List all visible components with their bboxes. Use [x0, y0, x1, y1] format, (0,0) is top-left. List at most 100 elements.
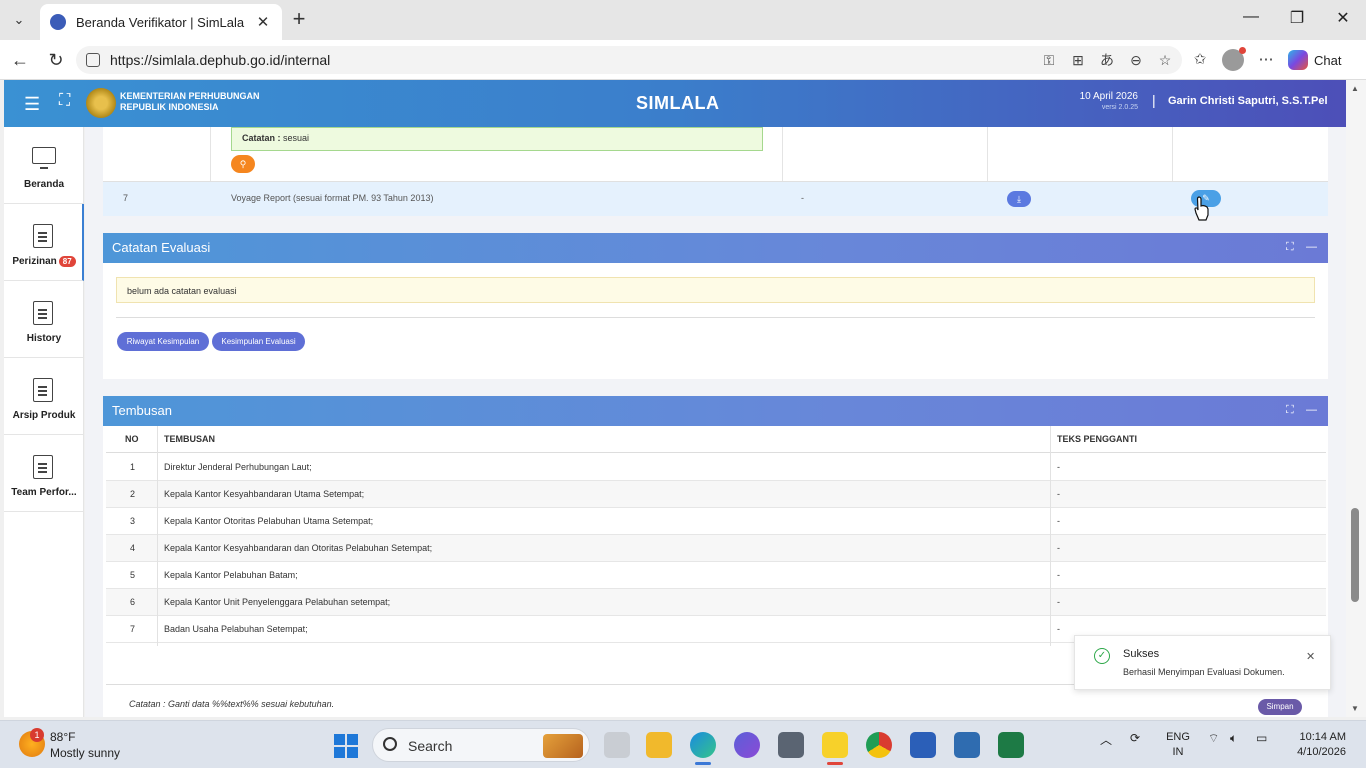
- sidebar-item-arsip-produk[interactable]: Arsip Produk: [4, 358, 84, 435]
- new-tab-plus-icon[interactable]: +: [288, 8, 310, 31]
- camera-icon[interactable]: [778, 732, 804, 758]
- page-scrollbar[interactable]: ▲ ▼: [1346, 80, 1366, 717]
- copilot-icon: [1288, 50, 1308, 70]
- sync-icon[interactable]: ⟳: [1130, 731, 1140, 745]
- weather-description[interactable]: Mostly sunny: [50, 746, 120, 760]
- user-name[interactable]: Garin Christi Saputri, S.S.T.Pel: [1168, 95, 1328, 107]
- language-line1: ENG: [1166, 731, 1190, 743]
- clock[interactable]: 10:14 AM 4/10/2026: [1294, 730, 1346, 760]
- zoom-icon[interactable]: ⊖: [1127, 51, 1145, 69]
- row-name: Kepala Kantor Kesyahbandaran Utama Setem…: [164, 489, 365, 499]
- column-header-no: NO: [125, 434, 139, 444]
- translate-icon[interactable]: あ: [1098, 51, 1116, 69]
- table-row: 6 Kepala Kantor Unit Penyelenggara Pelab…: [106, 589, 1326, 616]
- collapse-minus-icon[interactable]: —: [1306, 241, 1317, 253]
- task-view-icon[interactable]: [604, 732, 630, 758]
- apps-icon[interactable]: ⊞: [1069, 51, 1087, 69]
- language-indicator[interactable]: ENG IN: [1165, 730, 1191, 760]
- scroll-up-arrow-icon[interactable]: ▲: [1351, 84, 1359, 93]
- url-text[interactable]: https://simlala.dephub.go.id/internal: [110, 52, 1040, 68]
- wifi-icon[interactable]: ⌔: [1208, 731, 1219, 746]
- save-button[interactable]: Simpan: [1258, 699, 1302, 715]
- sticky-notes-icon[interactable]: [822, 732, 848, 758]
- sidebar-item-label-wrap: Perizinan 87: [4, 256, 84, 267]
- sidebar-item-team-performance[interactable]: Team Perfor...: [4, 435, 84, 512]
- fullscreen-icon[interactable]: ⛶: [59, 92, 70, 110]
- panel-header: Catatan Evaluasi ⛶ —: [103, 233, 1328, 263]
- note-value: sesuai: [283, 133, 310, 143]
- kesimpulan-evaluasi-button[interactable]: Kesimpulan Evaluasi: [212, 332, 305, 351]
- file-explorer-icon[interactable]: [646, 732, 672, 758]
- edge-browser-icon[interactable]: [690, 732, 716, 758]
- key-icon[interactable]: ⚿: [1040, 51, 1058, 69]
- minimize-icon[interactable]: —: [1236, 8, 1266, 26]
- back-arrow-icon[interactable]: ←: [8, 49, 32, 71]
- row-no: 5: [130, 570, 136, 580]
- chrome-icon[interactable]: [866, 732, 892, 758]
- hand-cursor-icon: [1194, 196, 1209, 221]
- scroll-down-arrow-icon[interactable]: ▼: [1351, 704, 1359, 713]
- favorite-star-icon[interactable]: ☆: [1156, 51, 1174, 69]
- riwayat-kesimpulan-button[interactable]: Riwayat Kesimpulan: [117, 332, 209, 351]
- site-info-icon[interactable]: [86, 53, 100, 67]
- word-icon[interactable]: [910, 732, 936, 758]
- ministry-line2: REPUBLIK INDONESIA: [120, 102, 219, 112]
- column-divider: [782, 127, 783, 181]
- close-window-icon[interactable]: ✕: [1328, 8, 1358, 28]
- search-highlight-image: [543, 734, 583, 758]
- browser-right-icons: ✩ ⋯ Chat: [1188, 47, 1341, 71]
- app-icon[interactable]: [734, 732, 760, 758]
- row-no: 1: [130, 462, 136, 472]
- table-row: 1 Direktur Jenderal Perhubungan Laut; -: [106, 454, 1326, 481]
- battery-icon[interactable]: ▭: [1256, 731, 1267, 745]
- sidebar-item-history[interactable]: History: [4, 281, 84, 358]
- taskbar-search[interactable]: Search: [372, 728, 590, 762]
- panel-title: Catatan Evaluasi: [112, 240, 211, 255]
- profile-avatar[interactable]: [1222, 47, 1246, 71]
- row-number: 7: [123, 193, 129, 203]
- header-date: 10 April 2026: [1079, 91, 1138, 102]
- download-icon[interactable]: ⤓: [1007, 191, 1031, 207]
- restore-icon[interactable]: ❐: [1282, 8, 1312, 28]
- tray-chevron-up-icon[interactable]: ︿: [1100, 731, 1112, 748]
- excel-icon[interactable]: [998, 732, 1024, 758]
- more-menu-icon[interactable]: ⋯: [1254, 49, 1278, 71]
- expand-icon[interactable]: ⛶: [1286, 404, 1294, 417]
- calculator-icon[interactable]: [954, 732, 980, 758]
- tab-actions-chevron-icon[interactable]: ⌄: [6, 8, 32, 32]
- row-teks: -: [1057, 462, 1060, 472]
- refresh-icon[interactable]: ↻: [44, 49, 68, 71]
- weather-temperature[interactable]: 88°F: [50, 730, 75, 744]
- column-divider: [1050, 426, 1051, 646]
- tab-close-icon[interactable]: ✕: [254, 13, 272, 31]
- view-detail-search-icon[interactable]: ⚲: [231, 155, 255, 173]
- hamburger-menu-icon[interactable]: ☰: [24, 94, 40, 115]
- copilot-chat-button[interactable]: Chat: [1288, 50, 1341, 70]
- toast-close-icon[interactable]: ✕: [1306, 650, 1315, 663]
- evaluation-panel: Catatan Evaluasi ⛶ — belum ada catatan e…: [103, 233, 1328, 379]
- evaluation-message: belum ada catatan evaluasi: [116, 277, 1315, 303]
- expand-icon[interactable]: ⛶: [1286, 241, 1294, 254]
- windows-taskbar: 1 88°F Mostly sunny Search ︿ ⟳ ENG IN ⌔ …: [0, 720, 1366, 768]
- address-bar[interactable]: https://simlala.dephub.go.id/internal ⚿ …: [76, 46, 1182, 74]
- sidebar-item-label: Team Perfor...: [11, 487, 77, 498]
- favorites-icon[interactable]: ✩: [1188, 49, 1212, 71]
- panel-title: Tembusan: [112, 403, 172, 418]
- scroll-thumb[interactable]: [1351, 508, 1359, 602]
- windows-start-icon[interactable]: [334, 734, 358, 758]
- panel-header: Tembusan ⛶ —: [103, 396, 1328, 426]
- favicon-icon: [50, 14, 66, 30]
- ministry-logo: [86, 88, 116, 118]
- ministry-name: KEMENTERIAN PERHUBUNGAN REPUBLIK INDONES…: [120, 91, 260, 113]
- collapse-minus-icon[interactable]: —: [1306, 404, 1317, 416]
- volume-icon[interactable]: 🔈︎: [1230, 731, 1237, 746]
- row-name: Kepala Kantor Pelabuhan Batam;: [164, 570, 298, 580]
- tembusan-note: Catatan : Ganti data %%text%% sesuai keb…: [129, 699, 335, 709]
- browser-tab[interactable]: Beranda Verifikator | SimLala ✕: [40, 4, 282, 40]
- taskbar-search-label: Search: [408, 738, 453, 754]
- sidebar-item-perizinan[interactable]: Perizinan 87: [4, 204, 84, 281]
- language-line2: IN: [1172, 746, 1184, 758]
- row-teks: -: [1057, 624, 1060, 634]
- row-no: 7: [130, 624, 136, 634]
- sidebar-item-beranda[interactable]: Beranda: [4, 127, 84, 204]
